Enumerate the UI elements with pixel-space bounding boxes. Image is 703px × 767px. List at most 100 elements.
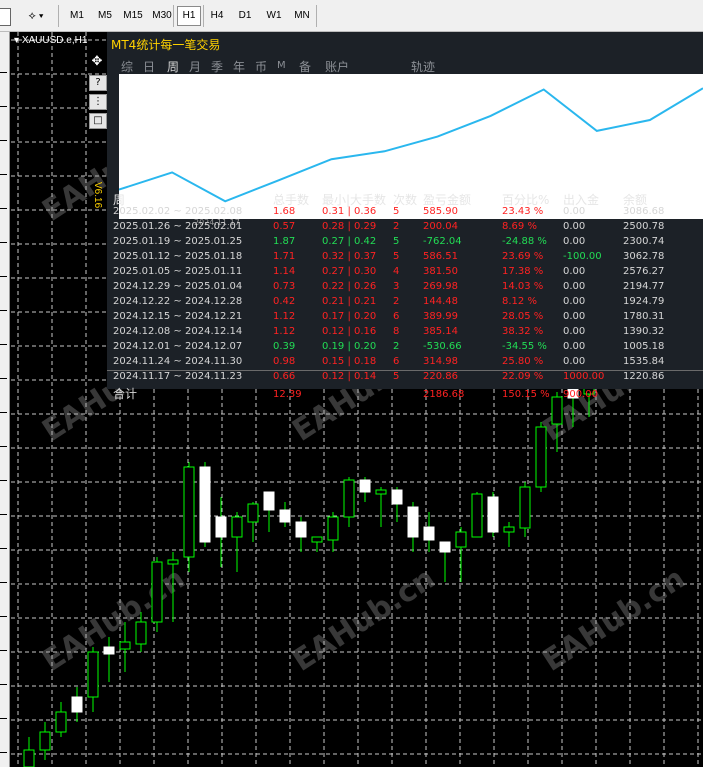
row-minmax: 0.21 | 0.21 — [322, 296, 377, 307]
timeframe-m30[interactable]: M30 — [148, 6, 176, 26]
row-count: 2 — [393, 221, 400, 232]
row-minmax: 0.19 | 0.20 — [322, 341, 377, 352]
candle-body — [359, 479, 371, 493]
scale-tick — [0, 174, 7, 175]
row-count: 5 — [393, 236, 400, 247]
tab-1[interactable]: 日 — [143, 58, 155, 75]
row-count: 2 — [393, 341, 400, 352]
row-lots: 1.12 — [273, 326, 296, 337]
balance-curve — [118, 87, 703, 203]
tab-6[interactable]: 币 — [255, 58, 267, 75]
tab-3[interactable]: 月 — [189, 58, 201, 75]
tab-9[interactable]: 账户 — [325, 58, 349, 75]
table-row: 2025.01.26 ~ 2025.02.01 0.57 0.28 | 0.29 2 2… — [107, 219, 703, 234]
candle-body — [455, 531, 467, 548]
candle-body — [343, 479, 355, 518]
row-balance: 1924.79 — [623, 296, 665, 307]
row-balance: 3086.68 — [623, 206, 665, 217]
row-period: 2025.01.19 ~ 2025.01.25 — [113, 236, 243, 247]
minimize-icon[interactable]: □ — [89, 113, 107, 129]
scale-tick — [0, 276, 7, 277]
row-flow: 0.00 — [563, 221, 586, 232]
row-flow: -100.00 — [563, 251, 602, 262]
candle-body — [103, 646, 115, 655]
scale-tick — [0, 548, 7, 549]
row-lots: 0.42 — [273, 296, 296, 307]
row-pnl: 586.51 — [423, 251, 458, 262]
row-minmax: 0.12 | 0.14 — [322, 371, 377, 382]
timeframe-h4[interactable]: H4 — [205, 6, 229, 26]
candle-body — [167, 559, 179, 565]
candle-body — [503, 526, 515, 533]
row-pct: 14.03 % — [502, 281, 544, 292]
timeframe-d1[interactable]: D1 — [233, 6, 257, 26]
candle-body — [471, 493, 483, 538]
row-balance: 1220.86 — [623, 371, 665, 382]
tab-4[interactable]: 季 — [211, 58, 223, 75]
row-pnl: 585.90 — [423, 206, 458, 217]
candle-body — [439, 541, 451, 553]
row-balance: 2500.78 — [623, 221, 665, 232]
row-lots: 0.73 — [273, 281, 296, 292]
scale-tick — [0, 752, 7, 753]
row-flow: 0.00 — [563, 206, 586, 217]
row-minmax: 0.17 | 0.20 — [322, 311, 377, 322]
move-icon[interactable]: ✥ — [89, 55, 105, 69]
timeframe-mn[interactable]: MN — [290, 6, 314, 26]
table-row: 2024.12.29 ~ 2025.01.04 0.73 0.22 | 0.26 3 2… — [107, 279, 703, 294]
candle-body — [263, 491, 275, 511]
candle-body — [375, 489, 387, 495]
tab-8[interactable]: 备 — [299, 58, 311, 75]
row-count: 3 — [393, 281, 400, 292]
candle-body — [87, 651, 99, 698]
candle-body — [407, 506, 419, 538]
scale-tick — [0, 480, 7, 481]
row-period: 2024.12.08 ~ 2024.12.14 — [113, 326, 243, 337]
total-pnl: 2186.68 — [423, 389, 465, 400]
left-scale-strip — [0, 32, 10, 767]
row-pnl: 200.04 — [423, 221, 458, 232]
row-flow: 1000.00 — [563, 371, 605, 382]
row-lots: 1.71 — [273, 251, 296, 262]
row-pct: 38.32 % — [502, 326, 544, 337]
row-count: 4 — [393, 266, 400, 277]
tab-10[interactable]: 轨迹 — [411, 58, 435, 75]
timeframe-m5[interactable]: M5 — [92, 6, 118, 26]
tab-5[interactable]: 年 — [233, 58, 245, 75]
row-period: 2024.12.15 ~ 2024.12.21 — [113, 311, 243, 322]
row-minmax: 0.15 | 0.18 — [322, 356, 377, 367]
row-lots: 1.12 — [273, 311, 296, 322]
row-period: 2025.01.26 ~ 2025.02.01 — [113, 221, 243, 232]
table-row: 2024.12.01 ~ 2024.12.07 0.39 0.19 | 0.20 2 -… — [107, 339, 703, 354]
candle-body — [327, 516, 339, 541]
timeframe-m15[interactable]: M15 — [120, 6, 146, 26]
row-count: 5 — [393, 251, 400, 262]
tab-7[interactable]: M — [277, 60, 286, 71]
row-pnl: -762.04 — [423, 236, 462, 247]
help-icon[interactable]: ? — [89, 75, 107, 91]
row-balance: 1780.31 — [623, 311, 665, 322]
row-minmax: 0.27 | 0.30 — [322, 266, 377, 277]
scale-tick — [0, 514, 7, 515]
table-row: 2025.01.12 ~ 2025.01.18 1.71 0.32 | 0.37 5 5… — [107, 249, 703, 264]
row-pct: 17.38 % — [502, 266, 544, 277]
row-flow: 0.00 — [563, 356, 586, 367]
scale-tick — [0, 582, 7, 583]
row-flow: 0.00 — [563, 311, 586, 322]
timeframe-w1[interactable]: W1 — [262, 6, 286, 26]
tab-0[interactable]: 综 — [121, 58, 133, 75]
candle-body — [279, 509, 291, 523]
timeframe-h1[interactable]: H1 — [177, 6, 201, 26]
tab-2[interactable]: 周 — [167, 58, 179, 75]
symbol-label[interactable]: ▾ XAUUSD.e,H1 — [14, 35, 87, 46]
row-minmax: 0.31 | 0.36 — [322, 206, 377, 217]
row-pct: 28.05 % — [502, 311, 544, 322]
table-row: 2024.12.15 ~ 2024.12.21 1.12 0.17 | 0.20 6 3… — [107, 309, 703, 324]
row-pct: -34.55 % — [502, 341, 547, 352]
timeframe-m1[interactable]: M1 — [64, 6, 90, 26]
settings-icon[interactable]: ⋮ — [89, 94, 107, 110]
scale-tick — [0, 242, 7, 243]
candle-body — [231, 516, 243, 538]
draw-tools-button[interactable]: ⟡ ▾ — [22, 6, 50, 26]
symbol-dropdown-icon: ▾ — [14, 35, 22, 46]
